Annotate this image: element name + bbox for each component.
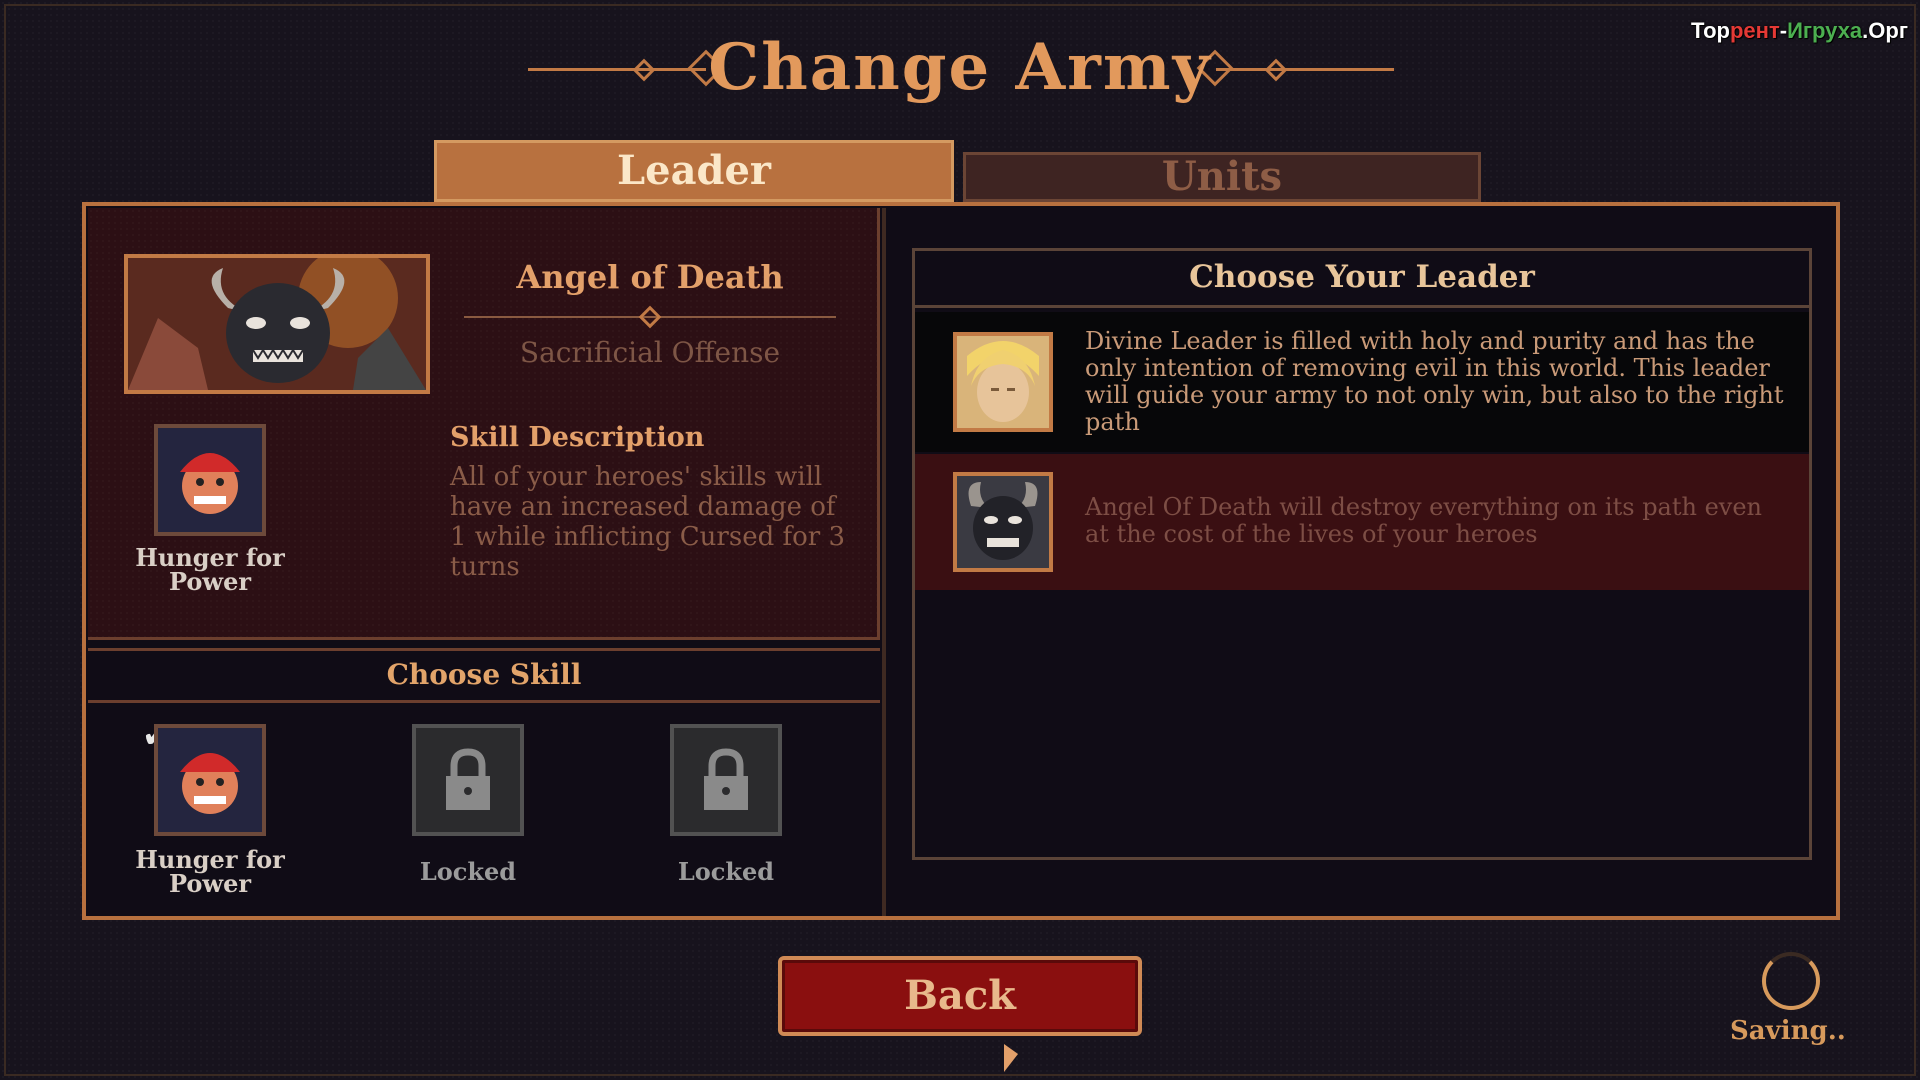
tab-units[interactable]: Units [963,152,1481,202]
choose-skill-header: Choose Skill [88,648,880,703]
back-button[interactable]: Back [778,956,1142,1036]
divine-leader-description: Divine Leader is filled with holy and pu… [1085,327,1784,436]
tab-leader[interactable]: Leader [434,140,954,202]
leader-subtitle: Sacrificial Offense [519,336,781,369]
saving-spinner-icon [1762,952,1820,1010]
divine-leader-portrait [953,332,1053,432]
panel-divider [882,208,886,916]
skill-description: All of your heroes' skills will have an … [450,462,846,582]
selected-leader-portrait [124,254,430,394]
skill-slot-1[interactable] [154,724,266,836]
mouse-cursor-icon [1004,1044,1018,1072]
angel-of-death-icon [957,476,1049,568]
leader-option-angel-of-death[interactable]: Angel Of Death will destroy everything o… [915,454,1809,590]
demon-portrait-icon [128,258,426,390]
skill-slot-3-label: Locked [677,857,775,886]
skill-description-title: Skill Description [450,422,705,453]
page-title: Change Army [708,30,1212,105]
hunger-for-power-icon [158,728,262,832]
divine-leader-icon [957,336,1049,428]
leader-skill-label: Hunger for Power [135,543,285,596]
lock-icon [704,748,748,810]
angel-of-death-description: Angel Of Death will destroy everything o… [1085,493,1763,548]
leader-skill-icon [154,424,266,536]
skill-slot-3[interactable] [670,724,782,836]
saving-status: Saving.. [1730,1016,1846,1046]
leader-option-divine[interactable]: Divine Leader is filled with holy and pu… [915,312,1809,452]
skill-slot-2[interactable] [412,724,524,836]
choose-leader-header: Choose Your Leader [912,248,1812,308]
leader-name: Angel of Death [516,258,784,296]
skill-slot-1-label: Hunger for Power [135,845,285,898]
lock-icon [446,748,490,810]
hunger-for-power-icon [158,428,262,532]
skill-slot-2-label: Locked [419,857,517,886]
angel-of-death-portrait [953,472,1053,572]
